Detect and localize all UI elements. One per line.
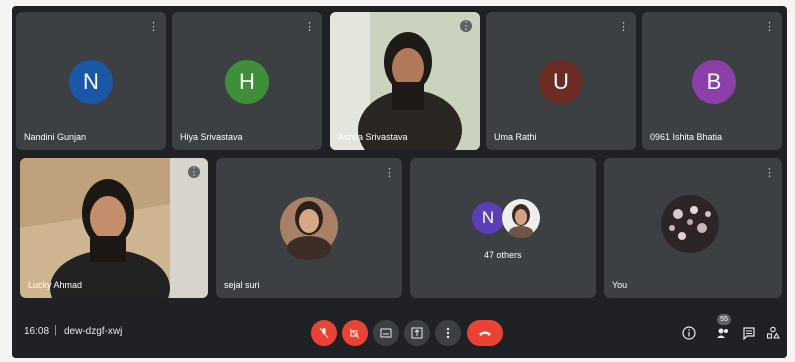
participant-name: You [612, 280, 628, 290]
meeting-controls-bar: 16:08 | dew-dzgf-xwj 55 [12, 304, 787, 358]
participant-tile-ishita[interactable]: B ⋮ 0961 Ishita Bhatia [642, 12, 782, 150]
avatar: H [225, 60, 269, 104]
camera-off-icon [349, 328, 360, 339]
participant-name: Uma Rathi [494, 132, 537, 142]
mic-off-icon [319, 327, 329, 339]
profile-photo-avatar [661, 195, 719, 253]
chat-button[interactable] [740, 324, 758, 342]
people-icon [717, 328, 728, 338]
avatar: U [539, 60, 583, 104]
more-options-icon[interactable]: ⋮ [188, 166, 200, 178]
participant-name: Ashita Srivastava [338, 132, 408, 142]
meeting-info-button[interactable] [680, 324, 698, 342]
more-options-icon[interactable]: ⋮ [460, 20, 472, 32]
others-count-label: 47 others [484, 250, 522, 260]
avatar: N [472, 202, 504, 234]
camera-toggle-button[interactable] [342, 320, 368, 346]
participant-tile-ashita[interactable]: ⋮ Ashita Srivastava [330, 12, 480, 150]
participant-tile-nandini[interactable]: N ⋮ Nandini Gunjan [16, 12, 166, 150]
profile-photo-avatar [280, 197, 338, 260]
people-button[interactable] [714, 324, 732, 342]
activities-button[interactable] [764, 324, 782, 342]
divider: | [54, 324, 57, 336]
leave-call-icon [479, 331, 491, 336]
video-feed [20, 158, 208, 298]
participant-tile-others[interactable]: N 47 others [410, 158, 596, 298]
more-options-icon[interactable]: ⋮ [148, 20, 159, 34]
participant-tile-uma[interactable]: U ⋮ Uma Rathi [486, 12, 636, 150]
mic-toggle-button[interactable] [311, 320, 337, 346]
participant-name: Nandini Gunjan [24, 132, 87, 142]
participant-tile-hiya[interactable]: H ⋮ Hiya Srivastava [172, 12, 322, 150]
participant-name: Lucky Ahmad [28, 280, 83, 290]
participant-tile-lucky[interactable]: ⋮ Lucky Ahmad [20, 158, 208, 298]
avatar: N [69, 60, 113, 104]
activities-icon [766, 326, 780, 339]
participant-name: 0961 Ishita Bhatia [650, 132, 723, 142]
more-options-button[interactable] [435, 320, 461, 346]
participant-tile-you[interactable]: ⋮ You [604, 158, 782, 298]
avatar: B [692, 60, 736, 104]
more-options-icon [446, 327, 450, 339]
participant-name: Hiya Srivastava [180, 132, 243, 142]
more-options-icon[interactable]: ⋮ [304, 20, 315, 34]
meeting-time: 16:08 [24, 326, 50, 337]
chat-icon [743, 327, 755, 340]
profile-photo-avatar [502, 199, 540, 238]
present-screen-button[interactable] [404, 320, 430, 346]
participant-tile-sejal[interactable]: ⋮ sejal suri [216, 158, 402, 298]
more-options-icon[interactable]: ⋮ [384, 166, 395, 180]
present-screen-icon [411, 327, 423, 339]
video-feed [330, 12, 480, 150]
captions-icon [380, 328, 392, 338]
more-options-icon[interactable]: ⋮ [618, 20, 629, 34]
leave-call-button[interactable] [467, 320, 503, 346]
meeting-frame: N ⋮ Nandini Gunjan H ⋮ Hiya Srivastava ⋮… [12, 6, 787, 358]
more-options-icon[interactable]: ⋮ [764, 20, 775, 34]
participant-name: sejal suri [224, 280, 260, 290]
info-icon [682, 326, 696, 340]
more-options-icon[interactable]: ⋮ [764, 166, 775, 180]
captions-button[interactable] [373, 320, 399, 346]
meeting-code: dew-dzgf-xwj [64, 326, 123, 337]
participant-count-badge: 55 [717, 314, 731, 325]
